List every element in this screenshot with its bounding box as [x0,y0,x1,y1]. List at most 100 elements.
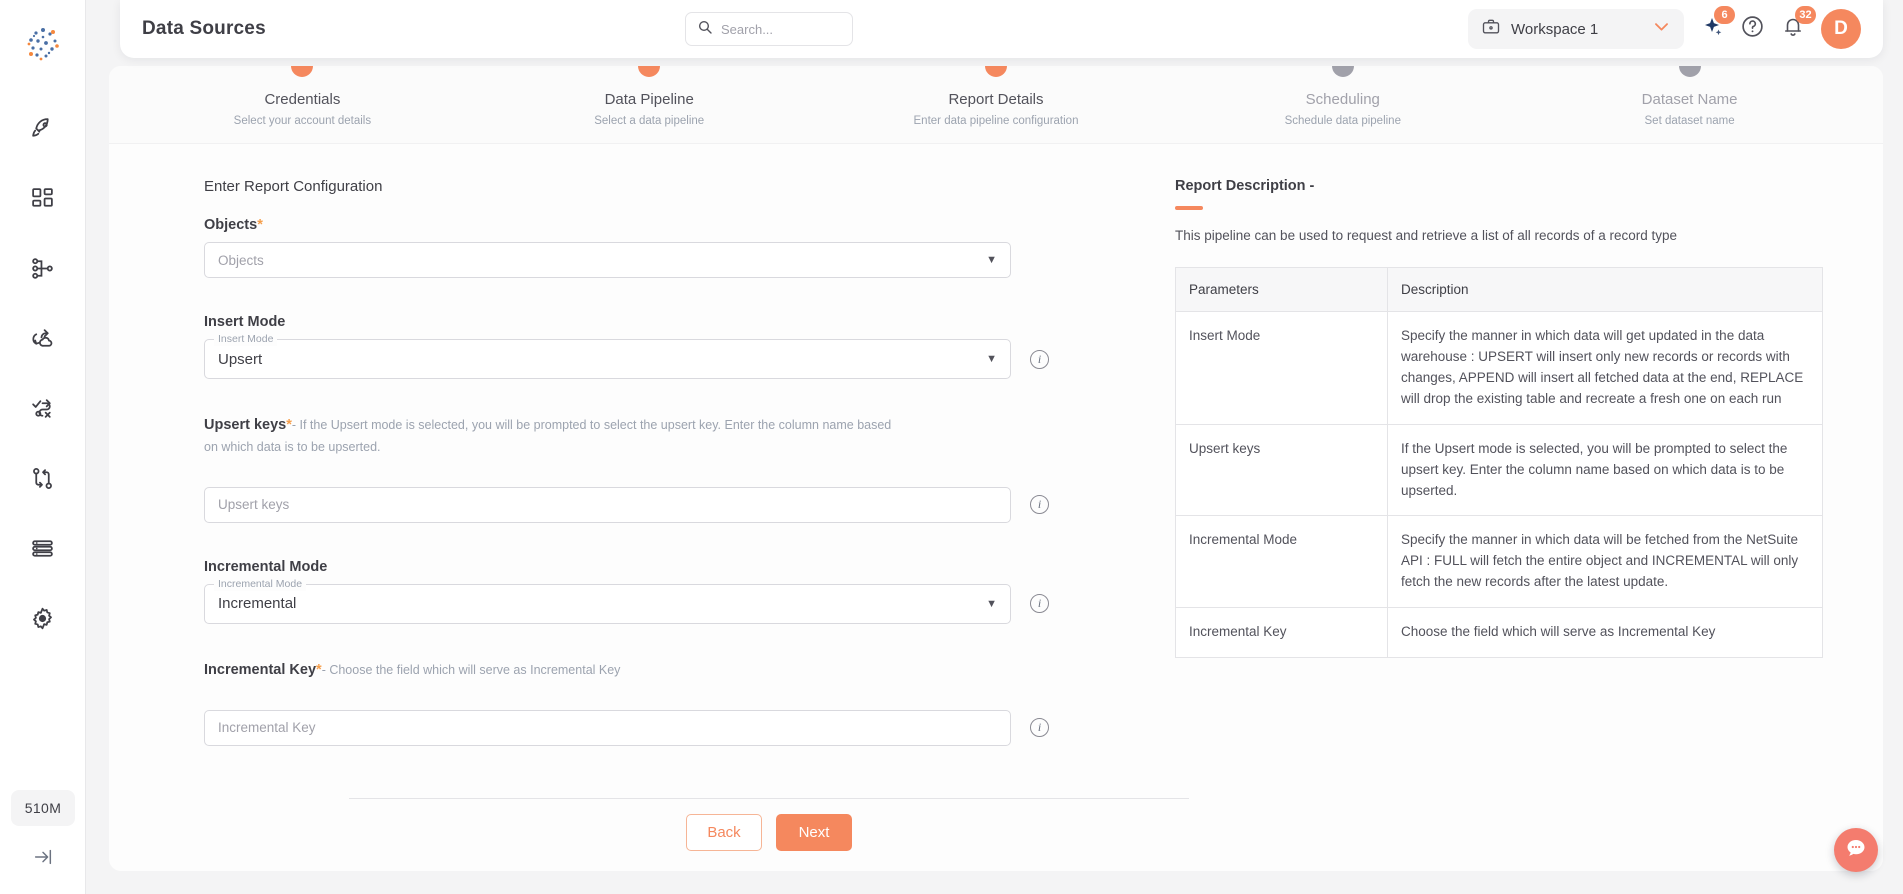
table-cell-parameter: Insert Mode [1175,311,1388,425]
step-title: Dataset Name [1641,91,1738,108]
app-root: 510M Data Sources Search... Workspace 1 … [0,0,1903,894]
table-cell-description: Specify the manner in which data will ge… [1387,311,1823,425]
sidebar-item-settings[interactable] [20,600,66,642]
usage-badge[interactable]: 510M [10,790,76,826]
insert-mode-value: Upsert [218,350,263,368]
panes: Enter Report Configuration Objects* Obje… [109,144,1883,755]
required-asterisk: * [257,217,263,233]
back-button[interactable]: Back [686,814,762,851]
incremental-key-label: Incremental Key*- Choose the field which… [204,660,924,682]
field-incremental-key: Incremental Key*- Choose the field which… [204,660,1133,746]
objects-row: Objects ▼ [204,242,1133,278]
list-icon [30,536,55,566]
step-subtitle: Set dataset name [1644,115,1735,127]
step-data-pipeline[interactable]: Data Pipeline Select a data pipeline [476,66,823,143]
notifications-button[interactable]: 32 [1781,5,1816,44]
page-title: Data Sources [142,18,266,39]
step-title: Scheduling [1305,91,1380,108]
sidebar-item-dashboard[interactable] [20,180,66,222]
table-row: Insert Mode Specify the manner in which … [1175,311,1823,425]
help-button[interactable] [1740,14,1765,44]
ai-assistant-button[interactable]: 6 [1700,5,1735,44]
stepper: Credentials Select your account details … [109,66,1883,144]
workspace-selector[interactable]: Workspace 1 [1468,9,1684,49]
table-cell-description: Choose the field which will serve as Inc… [1401,624,1716,640]
next-button[interactable]: Next [776,814,852,851]
report-description-title: Report Description - [1175,178,1315,194]
chat-support-button[interactable] [1834,828,1878,872]
report-description-panel: Report Description - This pipeline can b… [1133,178,1883,755]
insert-mode-info-icon[interactable]: i [1030,349,1049,369]
incremental-mode-value: Incremental [218,595,297,613]
sidebar-item-launch[interactable] [20,110,66,152]
table-cell-parameter: Incremental Mode [1175,515,1388,609]
table-cell-description: Specify the manner in which data will be… [1387,515,1823,609]
chat-bubble-icon [1844,836,1868,865]
field-objects: Objects* Objects ▼ [204,217,1133,278]
insert-mode-select[interactable]: Upsert ▼ [204,339,1011,379]
table-row: Incremental Key Choose the field which w… [1175,607,1823,658]
objects-label-text: Objects [204,217,258,233]
step-dataset-name[interactable]: Dataset Name Set dataset name [1516,66,1863,143]
topbar-actions: Workspace 1 6 32 D [1468,5,1861,49]
incremental-key-info-icon[interactable]: i [1030,718,1049,738]
chevron-down-icon: ▼ [986,353,997,365]
notifications-badge: 32 [1795,5,1816,24]
search-wrap [685,12,853,46]
upsert-keys-input[interactable]: Upsert keys [204,486,1011,523]
sidebar-item-branches[interactable] [20,460,66,502]
gear-icon [30,606,55,636]
step-credentials[interactable]: Credentials Select your account details [129,66,476,143]
ai-assistant-badge: 6 [1714,5,1735,24]
field-upsert-keys: Upsert keys*- If the Upsert mode is sele… [204,415,1133,523]
incremental-mode-floating-label: Incremental Mode [214,576,307,591]
sidebar-item-sync[interactable] [20,320,66,362]
step-report-details[interactable]: Report Details Enter data pipeline confi… [823,66,1170,143]
table-row: Upsert keys If the Upsert mode is select… [1175,424,1823,517]
insert-mode-label: Insert Mode [204,314,286,330]
avatar[interactable]: D [1821,9,1861,49]
table-header-row: Parameters Description [1175,267,1823,312]
insert-mode-row: Upsert ▼ Insert Mode i [204,332,1133,379]
step-indicator-icon [1678,66,1701,77]
search-icon [697,19,713,40]
search-box[interactable] [685,12,853,46]
form-section-title: Enter Report Configuration [204,178,383,195]
step-subtitle: Enter data pipeline configuration [913,115,1079,127]
field-incremental-mode: Incremental Mode Incremental ▼ Increment… [204,559,1133,624]
incremental-mode-select[interactable]: Incremental ▼ [204,583,1011,624]
sidebar-nav [20,110,66,642]
search-input[interactable] [721,21,833,37]
collapse-sidebar-button[interactable] [28,842,58,872]
table-header-description: Description [1387,267,1823,312]
upsert-keys-label-text: Upsert keys [204,417,287,433]
sidebar-item-data-sources[interactable] [20,250,66,292]
upsert-keys-placeholder: Upsert keys [218,497,290,513]
insert-mode-floating-label: Insert Mode [214,332,278,346]
incremental-mode-info-icon[interactable]: i [1030,594,1049,614]
chevron-down-icon: ▼ [986,254,997,266]
field-insert-mode: Insert Mode Upsert ▼ Insert Mode i [204,314,1133,379]
sidebar-item-workflows[interactable] [20,390,66,432]
sidebar-footer: 510M [0,790,86,872]
table-cell-parameter: Incremental Key [1175,607,1388,658]
upsert-keys-label: Upsert keys*- If the Upsert mode is sele… [204,415,904,459]
sidebar-item-logs[interactable] [20,530,66,572]
objects-select[interactable]: Objects ▼ [204,242,1011,278]
grid-icon [30,186,55,216]
step-title: Report Details [948,91,1044,108]
step-indicator-icon [984,66,1007,77]
step-indicator-icon [1331,66,1354,77]
incremental-key-row: Incremental Key i [204,709,1133,746]
incremental-key-input[interactable]: Incremental Key [204,709,1011,746]
platform-logo[interactable] [21,22,65,66]
step-scheduling[interactable]: Scheduling Schedule data pipeline [1169,66,1516,143]
upsert-keys-info-icon[interactable]: i [1030,495,1049,515]
parameters-table: Parameters Description Insert Mode Speci… [1175,267,1823,659]
workflow-cancel-icon [30,396,55,426]
step-indicator-icon [291,66,314,77]
content-card: Credentials Select your account details … [109,66,1883,871]
workspace-name: Workspace 1 [1511,20,1599,38]
step-subtitle: Select your account details [233,115,372,127]
footer-divider [349,798,1189,799]
